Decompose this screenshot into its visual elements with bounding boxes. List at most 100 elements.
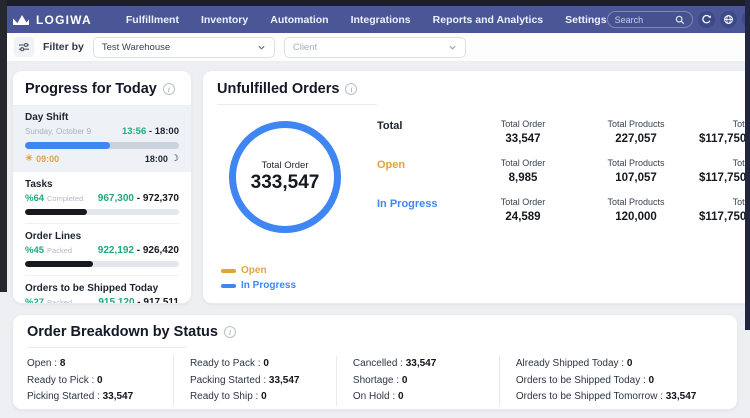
menu-item-settings[interactable]: Settings [565, 14, 606, 26]
unfulfilled-orders-card: Unfulfilled Orders i Total Order 333,547… [202, 70, 750, 304]
open-order-header: Total Order [500, 158, 546, 168]
tasks-percent: %64 [25, 193, 45, 204]
in-progress-order-value: 24,589 [505, 211, 541, 223]
sunrise-icon: ☀ [25, 153, 34, 163]
info-icon[interactable]: i [345, 83, 358, 95]
breakdown-columns: Open : 8 Ready to Pick : 0 Picking Start… [27, 356, 723, 406]
donut-legend: Open In Progress [217, 265, 377, 293]
status-ready-to-pick: Ready to Pick : 0 [27, 374, 103, 386]
open-order-value: 8,985 [508, 172, 538, 184]
navbar-actions: Search [606, 11, 750, 28]
logiwa-logo-icon [13, 14, 29, 25]
open-products-value: 107,057 [615, 172, 657, 184]
day-shift-date: Sunday, October 9 [25, 127, 92, 136]
globe-icon [723, 15, 733, 24]
total-row-label: Total [377, 120, 403, 132]
status-on-hold: On Hold : 0 [352, 391, 404, 402]
progress-card-title: Progress for Today [25, 81, 157, 97]
status-shortage: Shortage : 0 [352, 374, 408, 386]
search-input[interactable]: Search [606, 11, 693, 28]
unfulfilled-donut-chart: Total Order 333,547 [229, 121, 341, 233]
chevron-down-icon [449, 45, 456, 50]
order-lines-status: Packed [47, 246, 73, 255]
logiwa-logo[interactable]: LOGIWA [12, 13, 92, 27]
divider [27, 347, 187, 348]
in-progress-order-header: Total Order [500, 197, 546, 207]
frame-edge-top [0, 0, 750, 6]
legend-open-label: Open [241, 265, 267, 276]
order-lines-progress-bar [25, 261, 179, 267]
unfulfilled-card-title: Unfulfilled Orders [217, 81, 340, 97]
status-ready-to-ship: Ready to Ship : 0 [189, 391, 267, 402]
orders-shipped-range: 915,120 - 917,511 [98, 297, 179, 304]
sliders-icon [19, 42, 29, 52]
breakdown-column-4: Already Shipped Today : 0 Orders to be S… [498, 356, 723, 406]
dashboard-content: Progress for Today i Day Shift Sunday, O… [0, 62, 750, 418]
open-row: Open Total Order 8,985 Total Products 107,… [377, 158, 750, 184]
status-ready-to-pack: Ready to Pack : 0 [189, 358, 269, 369]
orders-shipped-today-title: Orders to be Shipped Today [25, 283, 159, 294]
shift-close-time: 18:00 ☽ [144, 153, 179, 164]
status-open: Open : 8 [27, 358, 66, 369]
warehouse-select[interactable]: Test Warehouse [92, 36, 275, 58]
info-icon[interactable]: i [223, 326, 236, 338]
day-shift-title: Day Shift [25, 112, 69, 123]
chevron-down-icon [258, 45, 265, 50]
tasks-range: 967,300 - 972,370 [97, 193, 179, 204]
donut-column: Total Order 333,547 Open In Progress [217, 109, 377, 293]
donut-center-label: Total Order [261, 160, 309, 171]
day-shift-progress-fill [25, 142, 110, 149]
search-icon [675, 15, 684, 24]
order-breakdown-card: Order Breakdown by Status i Open : 8 Rea… [12, 314, 738, 410]
frame-edge-right [745, 0, 750, 330]
menu-item-automation[interactable]: Automation [270, 14, 328, 26]
language-button[interactable] [719, 11, 737, 28]
open-amount-value: $117,750,875.00 [699, 172, 750, 184]
orders-shipped-percent: %27 [25, 297, 45, 304]
shift-end-time: - 18:00 [146, 126, 179, 137]
menu-item-inventory[interactable]: Inventory [201, 14, 248, 26]
divider [217, 104, 377, 105]
total-products-header: Total Products [607, 119, 665, 129]
menu-item-fulfillment[interactable]: Fulfillment [126, 14, 179, 26]
shift-start-time: ☀ 09:00 [25, 153, 60, 164]
shift-current-time: 13:56 [121, 126, 147, 137]
main-menu: Fulfillment Inventory Automation Integra… [126, 14, 607, 26]
donut-center-value: 333,547 [250, 172, 320, 193]
total-order-value: 33,547 [505, 133, 541, 145]
menu-item-integrations[interactable]: Integrations [351, 14, 411, 26]
legend-item-open[interactable]: Open [221, 265, 377, 276]
top-navbar: LOGIWA Fulfillment Inventory Automation … [0, 6, 750, 33]
total-amount-value: $117,750,875.00 [699, 133, 750, 145]
tasks-progress-fill [25, 209, 87, 215]
day-shift-times: 13:56 - 18:00 [122, 126, 179, 137]
in-progress-amount-value: $117,750,875.00 [699, 211, 750, 223]
filter-settings-button[interactable] [14, 37, 34, 57]
status-orders-shipped-today: Orders to be Shipped Today : 0 [515, 374, 655, 386]
tasks-section: Tasks %64 Completed 967,300 - 972,370 [25, 172, 179, 224]
order-lines-title: Order Lines [25, 231, 82, 242]
status-picking-started: Picking Started : 33,547 [27, 391, 134, 402]
client-select[interactable]: Client [283, 36, 466, 58]
open-row-label: Open [377, 159, 406, 171]
legend-in-progress-label: In Progress [241, 280, 297, 291]
order-lines-section: Order Lines %45 Packed 922,192 - 926,420 [25, 224, 179, 276]
status-orders-shipped-tomorrow: Orders to be Shipped Tomorrow : 33,547 [515, 391, 697, 402]
in-progress-products-header: Total Products [607, 197, 665, 207]
open-products-header: Total Products [607, 158, 665, 168]
info-icon[interactable]: i [162, 83, 175, 95]
day-shift-section: Day Shift Sunday, October 9 13:56 - 18:0… [13, 106, 191, 172]
warehouse-select-value: Test Warehouse [101, 41, 171, 53]
refresh-icon [701, 14, 711, 24]
in-progress-products-value: 120,000 [615, 211, 657, 223]
unfulfilled-stats: Total Total Order 33,547 Total Products 22… [377, 119, 750, 293]
refresh-button[interactable] [697, 11, 715, 28]
frame-edge-left [0, 0, 7, 292]
tasks-title: Tasks [25, 179, 53, 190]
breakdown-column-2: Ready to Pack : 0 Packing Started : 33,5… [172, 356, 336, 406]
client-select-placeholder: Client [292, 41, 318, 53]
brand-name: LOGIWA [36, 12, 92, 27]
menu-item-reports-analytics[interactable]: Reports and Analytics [433, 14, 543, 26]
orders-shipped-today-section: Orders to be Shipped Today %27 Packed 915… [25, 276, 179, 304]
legend-item-in-progress[interactable]: In Progress [221, 280, 377, 291]
